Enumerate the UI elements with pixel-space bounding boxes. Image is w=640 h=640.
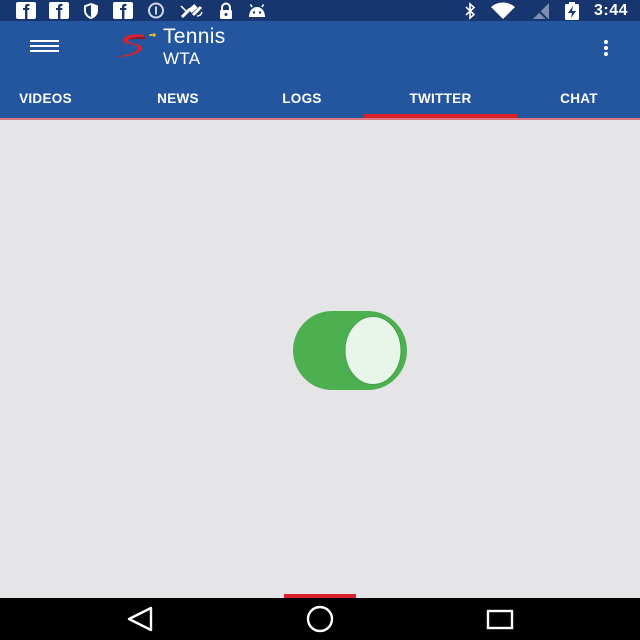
signal-off-icon [531, 2, 549, 20]
content-area [0, 120, 640, 598]
tab-twitter[interactable]: TWITTER [364, 79, 517, 118]
data-saver-icon [148, 2, 164, 19]
android-icon [249, 3, 265, 17]
status-bar: 3:44 [0, 0, 640, 21]
screen: 3:44 Tennis WTA VIDEOS NEWS LOGS TWITTER… [0, 0, 640, 640]
notification-icons [16, 2, 267, 19]
app-subtitle: WTA [163, 49, 201, 68]
navigation-bar [0, 598, 640, 640]
recent-apps-icon[interactable] [470, 598, 530, 640]
battery-charging-icon [564, 1, 579, 20]
supersport-logo [116, 33, 156, 57]
loading-spinner-icon [293, 311, 407, 390]
more-vert-icon-dot [604, 46, 608, 50]
facebook-icon [16, 2, 36, 19]
bluetooth-icon [465, 1, 476, 20]
tab-news[interactable]: NEWS [130, 79, 226, 118]
tab-chat[interactable]: CHAT [534, 79, 624, 118]
tab-logs[interactable]: LOGS [254, 79, 350, 118]
facebook-icon [49, 2, 69, 19]
more-vert-icon-dot [604, 52, 608, 56]
satellite-icon [180, 3, 203, 18]
back-icon[interactable] [110, 598, 170, 640]
lock-icon [220, 2, 232, 19]
overflow-menu-button[interactable] [594, 31, 618, 61]
menu-icon-line [30, 45, 59, 47]
facebook-icon [113, 2, 133, 19]
home-icon[interactable] [290, 598, 350, 640]
menu-icon [30, 40, 59, 42]
more-vert-icon [604, 40, 608, 44]
wifi-icon [490, 2, 515, 19]
app-title: Tennis [163, 25, 226, 48]
title-block: Tennis WTA [163, 25, 226, 69]
status-time: 3:44 [593, 1, 628, 19]
system-status-icons: 3:44 [464, 0, 628, 21]
app-bar: Tennis WTA VIDEOS NEWS LOGS TWITTER CHAT [0, 21, 640, 118]
tab-bar: VIDEOS NEWS LOGS TWITTER CHAT [0, 79, 640, 118]
menu-icon-line [30, 50, 59, 52]
shield-icon [84, 2, 98, 19]
menu-button[interactable] [22, 33, 66, 59]
tab-videos[interactable]: VIDEOS [0, 79, 91, 118]
